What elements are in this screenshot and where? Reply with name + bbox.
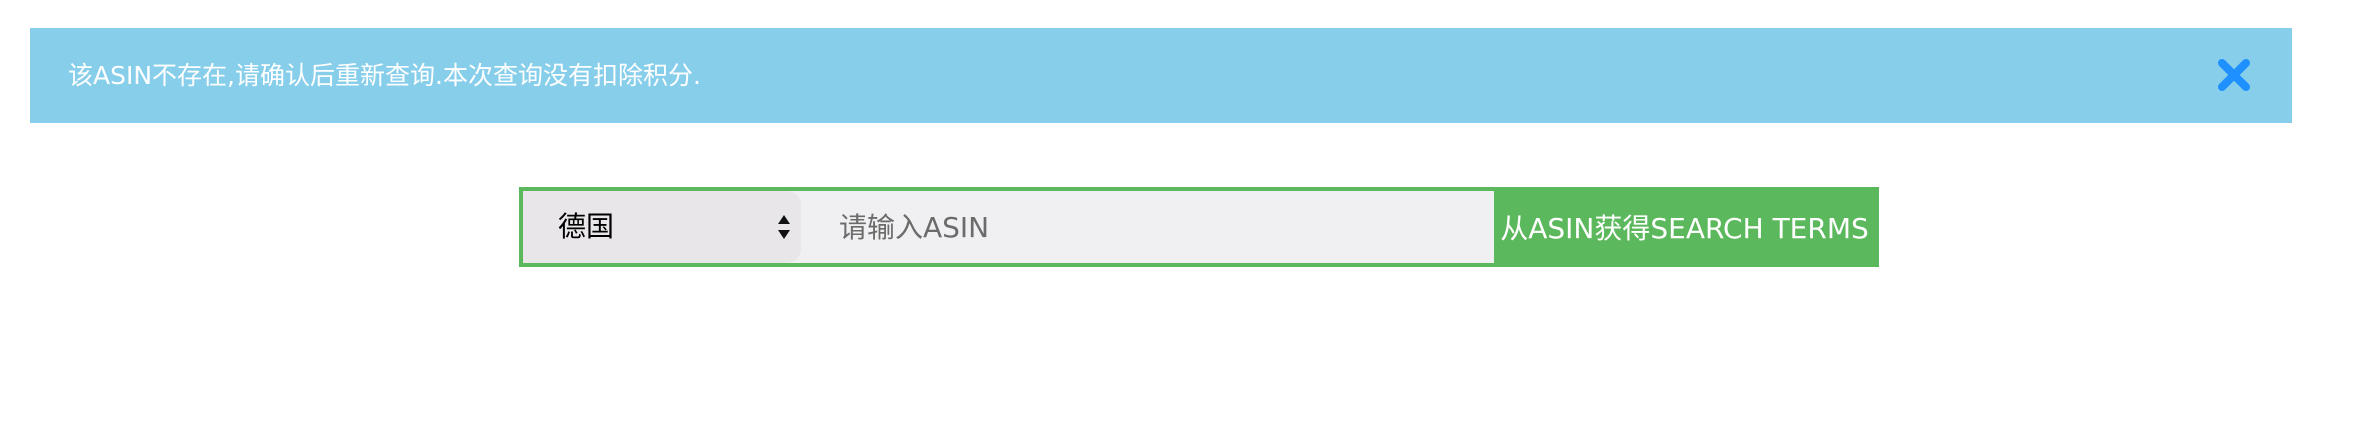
select-updown-icon — [777, 213, 791, 241]
asin-input[interactable] — [801, 191, 1494, 263]
country-selected-value: 德国 — [558, 210, 615, 243]
close-icon[interactable] — [2216, 57, 2252, 93]
country-select[interactable]: 德国 — [523, 191, 801, 263]
asin-search-form: 德国 从ASIN获得SEARCH TERMS — [519, 187, 1879, 267]
alert-banner: 该ASIN不存在,请确认后重新查询.本次查询没有扣除积分. — [30, 28, 2292, 123]
alert-message: 该ASIN不存在,请确认后重新查询.本次查询没有扣除积分. — [68, 61, 701, 90]
get-search-terms-button[interactable]: 从ASIN获得SEARCH TERMS — [1494, 191, 1875, 263]
